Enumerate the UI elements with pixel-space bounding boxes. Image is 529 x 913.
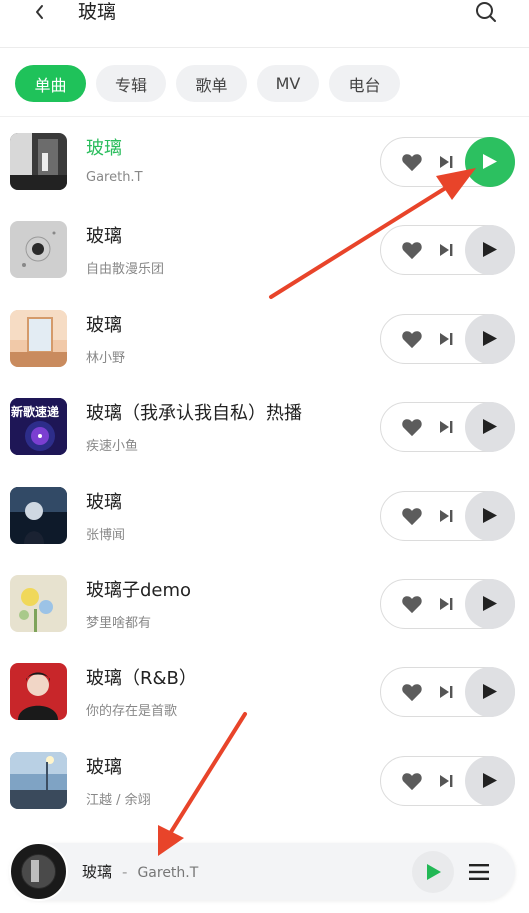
song-title: 玻璃 (86, 756, 122, 778)
play-icon (483, 242, 497, 258)
play-button[interactable] (465, 313, 515, 364)
album-cover (10, 133, 67, 190)
song-artist: 你的存在是首歌 (86, 704, 178, 720)
heart-icon[interactable] (401, 152, 423, 172)
play-next-icon[interactable] (438, 508, 454, 524)
play-next-icon[interactable] (438, 684, 454, 700)
now-playing-separator: - (122, 863, 128, 881)
search-icon[interactable] (474, 0, 498, 24)
now-playing-artist: Gareth.T (137, 865, 199, 881)
album-cover (10, 486, 67, 544)
now-playing-info: 玻璃 - Gareth.T (82, 861, 198, 882)
heart-icon[interactable] (401, 329, 423, 349)
play-next-icon[interactable] (438, 242, 454, 258)
album-cover (10, 663, 67, 721)
album-cover (10, 309, 67, 367)
heart-icon[interactable] (401, 417, 423, 437)
heart-icon[interactable] (401, 682, 423, 702)
song-controls (380, 313, 515, 364)
album-cover (10, 751, 67, 809)
tab-album[interactable]: 专辑 (96, 65, 166, 102)
song-title: 玻璃（我承认我自私）热播 (86, 403, 302, 425)
song-artist: 疾速小鱼 (86, 439, 139, 455)
song-controls (380, 225, 515, 276)
tab-playlist[interactable]: 歌单 (176, 65, 247, 102)
song-row[interactable]: 玻璃（R&B） 你的存在是首歌 (0, 647, 529, 735)
play-icon (483, 507, 497, 523)
song-artist: 梦里啥都有 (86, 615, 152, 631)
tab-single[interactable]: 单曲 (15, 65, 86, 102)
song-row[interactable]: 新歌速递 玻璃（我承认我自私）热播 疾速小鱼 (0, 382, 529, 470)
song-controls (380, 402, 515, 453)
song-row[interactable]: 玻璃 Gareth.T (0, 117, 529, 205)
tab-radio[interactable]: 电台 (329, 65, 400, 102)
play-button[interactable] (465, 578, 515, 629)
page-title: 玻璃 (78, 1, 117, 23)
album-cover (10, 574, 67, 632)
chevron-left-icon[interactable] (28, 0, 52, 24)
play-button[interactable] (465, 490, 515, 541)
song-controls (380, 578, 515, 629)
song-row[interactable]: 玻璃 江越 / 余翊 (0, 736, 529, 824)
play-button[interactable] (465, 225, 515, 276)
playlist-queue-icon[interactable] (468, 862, 490, 882)
play-icon (483, 772, 497, 788)
song-artist: Gareth.T (86, 170, 143, 185)
play-next-icon[interactable] (438, 154, 454, 170)
play-next-icon[interactable] (438, 419, 454, 435)
song-controls (380, 490, 515, 541)
play-button[interactable] (465, 755, 515, 806)
play-icon (427, 864, 441, 880)
category-tabs: 单曲 专辑 歌单 MV 电台 (15, 65, 400, 102)
song-title: 玻璃 (86, 138, 122, 159)
song-artist: 自由散漫乐团 (86, 262, 165, 278)
play-icon (483, 419, 497, 435)
song-controls (380, 667, 515, 718)
heart-icon[interactable] (401, 506, 423, 526)
play-icon (483, 154, 497, 169)
album-cover (10, 221, 67, 279)
song-artist: 张博闻 (86, 527, 126, 543)
play-next-icon[interactable] (438, 331, 454, 347)
song-title: 玻璃 (86, 226, 122, 248)
song-controls (380, 137, 515, 187)
play-next-icon[interactable] (438, 596, 454, 612)
now-playing-title: 玻璃 (82, 863, 113, 881)
play-icon (483, 595, 497, 611)
play-next-icon[interactable] (438, 773, 454, 789)
song-artist: 江越 / 余翊 (86, 792, 151, 808)
mini-player[interactable]: 玻璃 - Gareth.T (9, 842, 515, 901)
play-icon (483, 330, 497, 346)
play-button[interactable] (465, 402, 515, 453)
song-row[interactable]: 玻璃 林小野 (0, 294, 529, 382)
tab-mv[interactable]: MV (257, 65, 319, 102)
top-bar: 玻璃 (0, 0, 529, 48)
heart-icon[interactable] (401, 594, 423, 614)
song-row[interactable]: 玻璃 张博闻 (0, 471, 529, 559)
song-title: 玻璃子demo (86, 579, 192, 601)
mini-play-button[interactable] (412, 851, 454, 893)
song-row[interactable]: 玻璃 自由散漫乐团 (0, 205, 529, 293)
song-row[interactable]: 玻璃子demo 梦里啥都有 (0, 559, 529, 647)
song-title: 玻璃 (86, 314, 122, 336)
heart-icon[interactable] (401, 240, 423, 260)
song-artist: 林小野 (86, 350, 126, 366)
album-cover: 新歌速递 (10, 398, 67, 456)
play-button[interactable] (465, 667, 515, 718)
heart-icon[interactable] (401, 771, 423, 791)
song-title: 玻璃（R&B） (86, 668, 197, 690)
song-list: 玻璃 Gareth.T 玻璃 自由散漫乐团 玻璃 林小野 新歌速递 玻璃（我承认… (0, 117, 529, 824)
song-title: 玻璃 (86, 491, 122, 513)
play-icon (483, 684, 497, 700)
now-playing-disc[interactable] (9, 842, 68, 901)
play-button[interactable] (465, 137, 515, 187)
cover-text: 新歌速递 (11, 405, 60, 420)
song-controls (380, 755, 515, 806)
